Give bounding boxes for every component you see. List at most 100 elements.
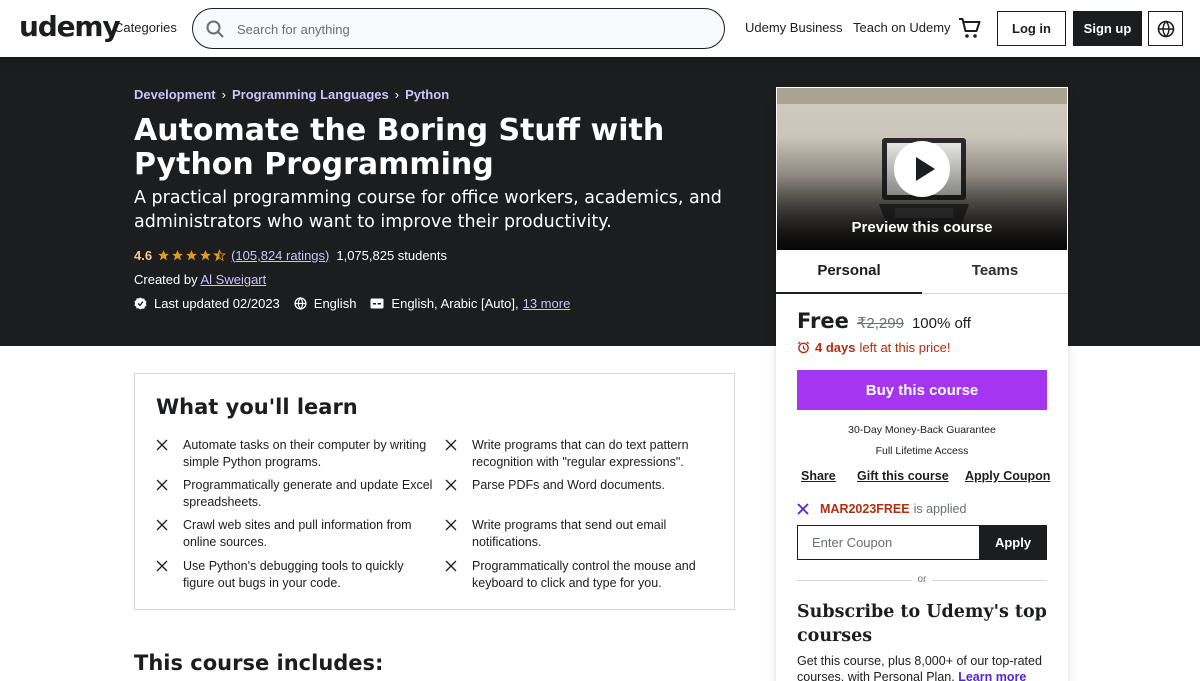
gift-course-button[interactable]: Gift this course xyxy=(857,469,949,483)
learn-item-text: Crawl web sites and pull information fro… xyxy=(183,518,412,549)
what-youll-learn: What you'll learn Automate tasks on thei… xyxy=(134,373,735,610)
lifetime-access: Full Lifetime Access xyxy=(875,445,969,457)
search-icon[interactable] xyxy=(205,19,225,39)
purchase-card: Preview this course Personal Teams Free … xyxy=(776,87,1068,681)
chevron-right-icon: › xyxy=(221,86,226,102)
learn-item: Programmatically control the mouse and k… xyxy=(445,558,722,592)
tab-teams[interactable]: Teams xyxy=(922,251,1068,294)
course-title: Automate the Boring Stuff with Python Pr… xyxy=(134,113,665,182)
remove-coupon-icon[interactable] xyxy=(797,503,809,515)
current-price: Free xyxy=(797,309,849,333)
money-back-guarantee: 30-Day Money-Back Guarantee xyxy=(848,424,996,436)
created-by-label: Created by xyxy=(134,272,198,287)
learn-item: Automate tasks on their computer by writ… xyxy=(156,437,433,471)
learn-item: Use Python's debugging tools to quickly … xyxy=(156,558,433,592)
coupon-code: MAR2023FREE xyxy=(820,502,910,516)
learn-item-text: Parse PDFs and Word documents. xyxy=(472,478,665,492)
buy-course-button[interactable]: Buy this course xyxy=(797,370,1047,410)
udemy-logo[interactable]: udemy xyxy=(19,12,121,42)
discount-percent: 100% off xyxy=(911,315,971,332)
cart-icon[interactable] xyxy=(958,17,982,39)
learn-item-text: Programmatically generate and update Exc… xyxy=(183,478,433,509)
course-preview[interactable]: Preview this course xyxy=(776,87,1068,251)
learn-item-text: Write programs that can do text pattern … xyxy=(472,438,689,469)
original-price: ₹2,299 xyxy=(856,315,904,332)
preview-label: Preview this course xyxy=(851,219,993,236)
last-updated: Last updated 02/2023 xyxy=(154,295,280,311)
price-deadline: 4 days left at this price! xyxy=(797,339,951,355)
learn-item: Crawl web sites and pull information fro… xyxy=(156,517,433,551)
check-icon xyxy=(156,479,168,491)
check-icon xyxy=(445,560,457,572)
deadline-days: 4 days xyxy=(815,339,856,355)
star-icon xyxy=(200,249,211,260)
learn-item-text: Programmatically control the mouse and k… xyxy=(472,559,696,590)
learn-item-text: Write programs that send out email notif… xyxy=(472,518,667,549)
teach-link[interactable]: Teach on Udemy xyxy=(853,20,951,36)
half-star-icon xyxy=(213,248,227,261)
play-button[interactable] xyxy=(894,141,950,197)
learn-more-link[interactable]: Learn more xyxy=(958,670,1026,681)
coupon-input[interactable] xyxy=(797,525,979,560)
alert-badge-icon xyxy=(134,296,147,310)
check-icon xyxy=(156,439,168,451)
rating-value: 4.6 xyxy=(134,247,153,263)
learn-item: Write programs that can do text pattern … xyxy=(445,437,722,471)
learn-title: What you'll learn xyxy=(156,395,358,419)
course-language: English xyxy=(313,295,357,311)
star-icon xyxy=(186,249,197,260)
rating-row: 4.6 (105,824 ratings) 1,075,825 students xyxy=(134,247,447,263)
created-by: Created by Al Sweigart xyxy=(134,272,266,287)
students-count: 1,075,825 students xyxy=(336,247,447,263)
signup-button[interactable]: Sign up xyxy=(1073,11,1142,46)
chevron-right-icon: › xyxy=(394,86,400,102)
ratings-count-link[interactable]: (105,824 ratings) xyxy=(231,248,329,263)
login-button[interactable]: Log in xyxy=(997,11,1066,46)
closed-captions-icon xyxy=(370,298,384,309)
search-bar[interactable] xyxy=(192,8,725,49)
check-icon xyxy=(156,560,168,572)
course-subtitle: A practical programming course for offic… xyxy=(134,188,722,232)
globe-icon xyxy=(294,296,307,310)
search-input[interactable] xyxy=(237,19,707,39)
check-icon xyxy=(445,479,457,491)
coupon-applied-text: is applied xyxy=(913,502,967,516)
top-navbar: udemy Categories Udemy Business Teach on… xyxy=(0,0,1200,57)
captions-languages: English, Arabic [Auto], xyxy=(391,295,519,311)
categories-link[interactable]: Categories xyxy=(114,20,177,36)
alarm-clock-icon xyxy=(797,340,810,354)
learn-item: Write programs that send out email notif… xyxy=(445,517,722,551)
breadcrumb-development[interactable]: Development xyxy=(134,87,216,102)
instructor-link[interactable]: Al Sweigart xyxy=(201,272,267,287)
learn-item-text: Automate tasks on their computer by writ… xyxy=(183,438,427,469)
breadcrumb: Development › Programming Languages › Py… xyxy=(134,86,449,102)
breadcrumb-programming-languages[interactable]: Programming Languages xyxy=(232,87,389,102)
learn-item-text: Use Python's debugging tools to quickly … xyxy=(183,559,404,590)
course-includes-title: This course includes: xyxy=(134,651,384,675)
plan-tabs: Personal Teams xyxy=(776,251,1068,294)
learn-item: Programmatically generate and update Exc… xyxy=(156,477,433,511)
share-button[interactable]: Share xyxy=(801,469,836,483)
breadcrumb-python[interactable]: Python xyxy=(405,87,449,102)
language-button[interactable] xyxy=(1148,11,1183,46)
star-icon xyxy=(172,249,183,260)
apply-coupon-link[interactable]: Apply Coupon xyxy=(965,469,1050,483)
card-actions: Share Gift this course Apply Coupon xyxy=(797,469,1050,485)
price-row: Free ₹2,299 100% off xyxy=(797,309,971,335)
apply-coupon-button[interactable]: Apply xyxy=(979,525,1047,560)
check-icon xyxy=(445,519,457,531)
or-divider-text: or xyxy=(912,574,932,585)
check-icon xyxy=(445,439,457,451)
subscribe-text: Get this course, plus 8,000+ of our top-… xyxy=(797,653,1047,681)
deadline-text: left at this price! xyxy=(859,339,951,355)
tab-personal[interactable]: Personal xyxy=(776,251,922,294)
star-icon xyxy=(158,249,169,260)
subscribe-title: Subscribe to Udemy's top courses xyxy=(797,602,1047,646)
more-captions-link[interactable]: 13 more xyxy=(523,296,571,311)
learn-item: Parse PDFs and Word documents. xyxy=(445,477,722,494)
udemy-business-link[interactable]: Udemy Business xyxy=(745,20,843,36)
check-icon xyxy=(156,519,168,531)
course-meta: Last updated 02/2023 English English, Ar… xyxy=(134,295,570,311)
coupon-applied: MAR2023FREE is applied xyxy=(797,501,966,517)
star-rating xyxy=(157,248,227,262)
